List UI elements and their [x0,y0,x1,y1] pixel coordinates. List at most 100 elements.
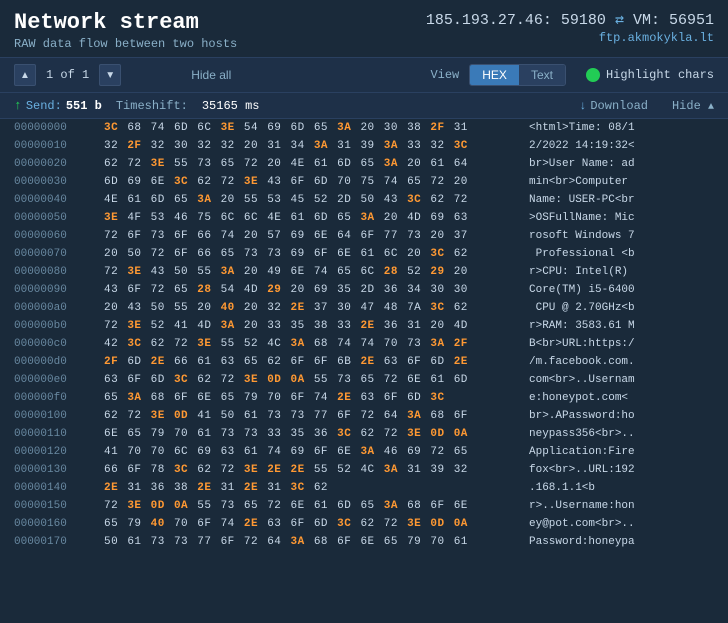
table-row: 0000008072 3E 43 50 55 3A 20 49 6E 74 65… [0,263,728,281]
nav-prev-button[interactable]: ▲ [14,64,36,86]
view-label: View [430,68,459,82]
table-row: 000001106E 65 79 70 61 73 73 33 35 36 3C… [0,425,728,443]
ascii-col: r>..Username:hon [529,500,714,512]
ascii-col: neypass356<br>.. [529,428,714,440]
table-row: 0000010062 72 3E 0D 41 50 61 73 73 77 6F… [0,407,728,425]
ascii-col: B<br>URL:https:/ [529,338,714,350]
ascii-col: CPU @ 2.70GHz<b [529,302,714,314]
hex-offset: 00000140 [14,482,104,494]
hex-bytes: 42 3C 62 72 3E 55 52 4C 3A 68 74 74 70 7… [104,338,519,350]
nav-next-button[interactable]: ▼ [99,64,121,86]
hex-offset: 00000160 [14,518,104,530]
table-row: 0000002062 72 3E 55 73 65 72 20 4E 61 6D… [0,155,728,173]
hide-all-button[interactable]: Hide all [191,68,231,82]
hex-bytes: 72 3E 43 50 55 3A 20 49 6E 74 65 6C 28 5… [104,266,519,278]
header-left: Network stream RAW data flow between two… [14,10,237,51]
page-info: 1 of 1 [46,68,89,82]
hex-bytes: 50 61 73 73 77 6F 72 64 3A 68 6F 6E 65 7… [104,536,519,548]
hide-label: Hide [672,99,701,113]
hex-bytes: 72 3E 52 41 4D 3A 20 33 35 38 33 2E 36 3… [104,320,519,332]
highlight-toggle[interactable]: Highlight chars [586,68,714,82]
hex-bytes: 20 50 72 6F 66 65 73 73 69 6F 6E 61 6C 2… [104,248,519,260]
send-arrow-icon: ↑ [14,98,22,113]
ascii-col: /m.facebook.com. [529,356,714,368]
hex-offset: 000000f0 [14,392,104,404]
timeshift-label: Timeshift: [116,99,188,113]
ascii-col: r>RAM: 3583.61 M [529,320,714,332]
table-row: 0000012041 70 70 6C 69 63 61 74 69 6F 6E… [0,443,728,461]
ascii-col: Professional <b [529,248,714,260]
src-address: 185.193.27.46: 59180 [426,12,606,29]
table-row: 000000e063 6F 6D 3C 62 72 3E 0D 0A 55 73… [0,371,728,389]
header: Network stream RAW data flow between two… [0,0,728,57]
header-right: 185.193.27.46: 59180 ⇄ VM: 56951 ftp.akm… [426,10,714,45]
hex-offset: 000000d0 [14,356,104,368]
table-row: 000000a020 43 50 55 20 40 20 32 2E 37 30… [0,299,728,317]
hex-bytes: 65 79 40 70 6F 74 2E 63 6F 6D 3C 62 72 3… [104,518,519,530]
ascii-col: .168.1.1<b [529,482,714,494]
tab-hex[interactable]: HEX [470,65,519,85]
ascii-col: rosoft Windows 7 [529,230,714,242]
hex-offset: 000000b0 [14,320,104,332]
hex-bytes: 6E 65 79 70 61 73 73 33 35 36 3C 62 72 3… [104,428,519,440]
ascii-col: >OSFullName: Mic [529,212,714,224]
hex-bytes: 72 6F 73 6F 66 74 20 57 69 6E 64 6F 77 7… [104,230,519,242]
table-row: 000000404E 61 6D 65 3A 20 55 53 45 52 2D… [0,191,728,209]
hex-offset: 00000050 [14,212,104,224]
hex-offset: 00000010 [14,140,104,152]
hex-offset: 00000110 [14,428,104,440]
hex-bytes: 65 3A 68 6F 6E 65 79 70 6F 74 2E 63 6F 6… [104,392,519,404]
ascii-col: br>User Name: ad [529,158,714,170]
hex-bytes: 41 70 70 6C 69 63 61 74 69 6F 6E 3A 46 6… [104,446,519,458]
sub-toolbar: ↑ Send: 551 b Timeshift: 35165 ms ↓ Down… [0,93,728,119]
hex-bytes: 3C 68 74 6D 6C 3E 54 69 6D 65 3A 20 30 3… [104,122,519,134]
hex-bytes: 2E 31 36 38 2E 31 2E 31 3C 62 [104,482,519,494]
table-row: 0000001032 2F 32 30 32 32 20 31 34 3A 31… [0,137,728,155]
ascii-col: <html>Time: 08/1 [529,122,714,134]
direction-arrow: ⇄ [615,12,624,29]
hex-bytes: 62 72 3E 0D 41 50 61 73 73 77 6F 72 64 3… [104,410,519,422]
table-row: 000000503E 4F 53 46 75 6C 6C 4E 61 6D 65… [0,209,728,227]
hex-bytes: 63 6F 6D 3C 62 72 3E 0D 0A 55 73 65 72 6… [104,374,519,386]
table-row: 0000013066 6F 78 3C 62 72 3E 2E 2E 55 52… [0,461,728,479]
hex-bytes: 66 6F 78 3C 62 72 3E 2E 2E 55 52 4C 3A 3… [104,464,519,476]
hex-bytes: 43 6F 72 65 28 54 4D 29 20 69 35 2D 36 3… [104,284,519,296]
hex-offset: 00000080 [14,266,104,278]
vm-info: VM: 56951 [633,12,714,29]
hex-offset: 00000000 [14,122,104,134]
app-title: Network stream [14,10,237,35]
highlight-toggle-dot [586,68,600,82]
table-row: 0000016065 79 40 70 6F 74 2E 63 6F 6D 3C… [0,515,728,533]
hex-offset: 00000060 [14,230,104,242]
connection-info: 185.193.27.46: 59180 ⇄ VM: 56951 [426,10,714,29]
table-row: 000000306D 69 6E 3C 62 72 3E 43 6F 6D 70… [0,173,728,191]
send-label: ↑ Send: 551 b [14,98,102,113]
server-url: ftp.akmokykla.lt [426,31,714,45]
ascii-col: r>CPU: Intel(R) [529,266,714,278]
hex-offset: 00000070 [14,248,104,260]
download-icon: ↓ [579,99,586,113]
download-label: Download [590,99,648,113]
hex-offset: 000000a0 [14,302,104,314]
hex-offset: 00000090 [14,284,104,296]
hex-bytes: 4E 61 6D 65 3A 20 55 53 45 52 2D 50 43 3… [104,194,519,206]
timeshift-value: 35165 ms [202,99,260,113]
hex-offset: 00000020 [14,158,104,170]
table-row: 000000f065 3A 68 6F 6E 65 79 70 6F 74 2E… [0,389,728,407]
ascii-col: ey@pot.com<br>.. [529,518,714,530]
download-button[interactable]: ↓ Download [579,99,648,113]
hex-offset: 00000130 [14,464,104,476]
ascii-col: 2/2022 14:19:32< [529,140,714,152]
ascii-col: Core(TM) i5-6400 [529,284,714,296]
hex-offset: 00000040 [14,194,104,206]
send-text: Send: [26,99,62,113]
app-subtitle: RAW data flow between two hosts [14,37,237,51]
toolbar: ▲ 1 of 1 ▼ Hide all View HEX Text Highli… [0,57,728,93]
hide-arrow-icon: ▲ [708,102,714,113]
table-row: 000000003C 68 74 6D 6C 3E 54 69 6D 65 3A… [0,119,728,137]
hex-offset: 00000100 [14,410,104,422]
hex-offset: 00000150 [14,500,104,512]
hide-section-button[interactable]: Hide ▲ [672,99,714,113]
tab-text[interactable]: Text [519,65,565,85]
ascii-col: br>.APassword:ho [529,410,714,422]
